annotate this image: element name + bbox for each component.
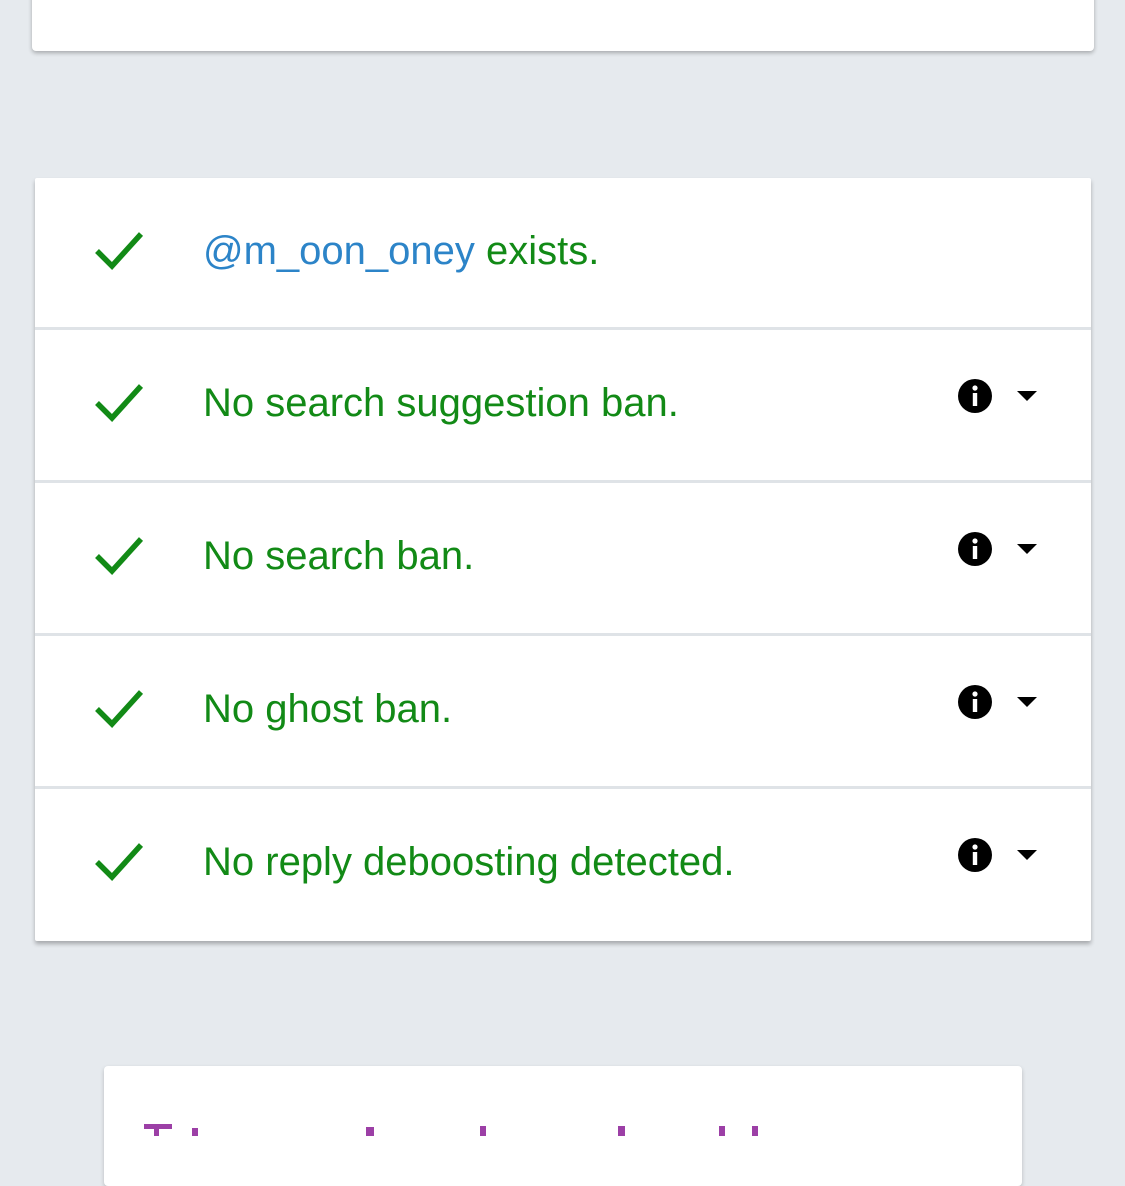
check-icon <box>95 690 144 728</box>
info-icon[interactable] <box>957 837 993 873</box>
result-label: No reply deboosting detected. <box>203 840 735 884</box>
result-row-search-suggestion-ban: No search suggestion ban. <box>35 330 1091 483</box>
check-icon <box>95 537 144 575</box>
caret-down-icon[interactable] <box>1017 697 1037 707</box>
details-toggle[interactable] <box>945 519 1055 579</box>
check-icon <box>95 232 144 270</box>
info-icon[interactable] <box>957 378 993 414</box>
check-icon <box>95 384 144 422</box>
previous-card <box>32 0 1094 51</box>
result-label: No search suggestion ban. <box>203 381 679 425</box>
result-row-search-ban: No search ban. <box>35 483 1091 636</box>
info-icon[interactable] <box>957 531 993 567</box>
check-icon <box>95 843 144 881</box>
result-label: exists. <box>474 229 600 273</box>
cut-off-heading <box>144 1124 758 1136</box>
info-icon[interactable] <box>957 684 993 720</box>
caret-down-icon[interactable] <box>1017 391 1037 401</box>
result-label: No ghost ban. <box>203 687 453 731</box>
result-label: No search ban. <box>203 534 475 578</box>
next-card <box>104 1066 1022 1186</box>
result-row-reply-deboosting: No reply deboosting detected. <box>35 789 1091 941</box>
result-row-ghost-ban: No ghost ban. <box>35 636 1091 789</box>
result-text: @m_oon_oney exists. <box>203 228 599 274</box>
account-handle[interactable]: @m_oon_oney <box>203 229 475 273</box>
details-toggle[interactable] <box>945 672 1055 732</box>
ban-check-results-card: @m_oon_oney exists. No search suggestion… <box>35 178 1091 941</box>
result-row-account-exists: @m_oon_oney exists. <box>35 178 1091 330</box>
caret-down-icon[interactable] <box>1017 850 1037 860</box>
caret-down-icon[interactable] <box>1017 544 1037 554</box>
details-toggle[interactable] <box>945 366 1055 426</box>
details-toggle[interactable] <box>945 825 1055 885</box>
